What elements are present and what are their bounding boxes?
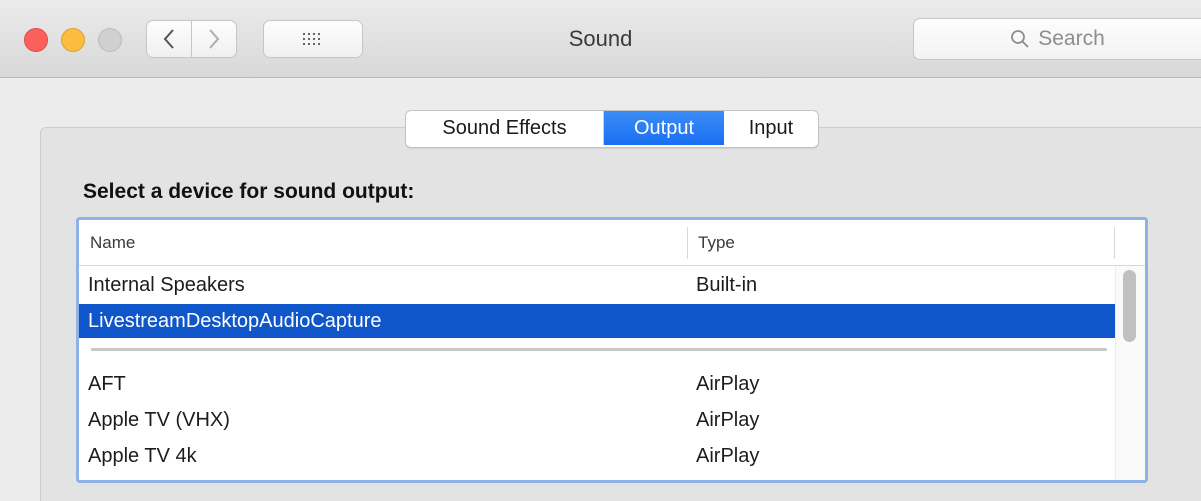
forward-button[interactable] (191, 20, 237, 58)
device-name: LivestreamDesktopAudioCapture (88, 310, 382, 332)
tab-bar: Sound Effects Output Input (405, 110, 819, 148)
back-button[interactable] (146, 20, 192, 58)
window-titlebar: Sound Search (0, 0, 1201, 78)
device-type: Built-in (696, 274, 758, 296)
device-row[interactable]: Internal Speakers Built-in (79, 268, 1119, 302)
chevron-right-icon (209, 29, 220, 49)
search-field[interactable]: Search (913, 18, 1201, 60)
device-row[interactable]: AFT AirPlay (79, 367, 1119, 401)
device-row[interactable]: Apple TV (VHX) AirPlay (79, 403, 1119, 437)
column-divider (1114, 227, 1115, 259)
show-all-preferences-button[interactable] (263, 20, 363, 58)
output-heading: Select a device for sound output: (83, 180, 415, 203)
close-window-button[interactable] (24, 28, 48, 52)
scrollbar-thumb[interactable] (1123, 270, 1136, 342)
chevron-left-icon (163, 29, 174, 49)
device-type: AirPlay (696, 409, 760, 431)
device-row-selected[interactable]: LivestreamDesktopAudioCapture (79, 304, 1119, 338)
column-header-type[interactable]: Type (698, 233, 735, 253)
tab-output[interactable]: Output (604, 111, 724, 145)
search-placeholder: Search (1038, 27, 1105, 50)
list-separator (91, 348, 1107, 351)
device-type: AirPlay (696, 373, 760, 395)
device-type: AirPlay (696, 445, 760, 467)
device-name: Internal Speakers (88, 274, 245, 296)
column-header-name[interactable]: Name (90, 233, 135, 253)
minimize-window-button[interactable] (61, 28, 85, 52)
tab-input[interactable]: Input (724, 111, 818, 145)
column-divider (687, 227, 688, 259)
search-icon (1011, 30, 1029, 48)
device-name: Apple TV 4k (88, 445, 197, 467)
table-header: Name Type (79, 220, 1145, 266)
device-row[interactable]: Apple TV 4k AirPlay (79, 439, 1119, 473)
grid-icon (303, 33, 320, 45)
device-table: Name Type Internal Speakers Built-in Liv… (76, 217, 1148, 483)
device-name: AFT (88, 373, 126, 395)
tab-sound-effects[interactable]: Sound Effects (406, 111, 604, 145)
zoom-window-button (98, 28, 122, 52)
device-name: Apple TV (VHX) (88, 409, 230, 431)
